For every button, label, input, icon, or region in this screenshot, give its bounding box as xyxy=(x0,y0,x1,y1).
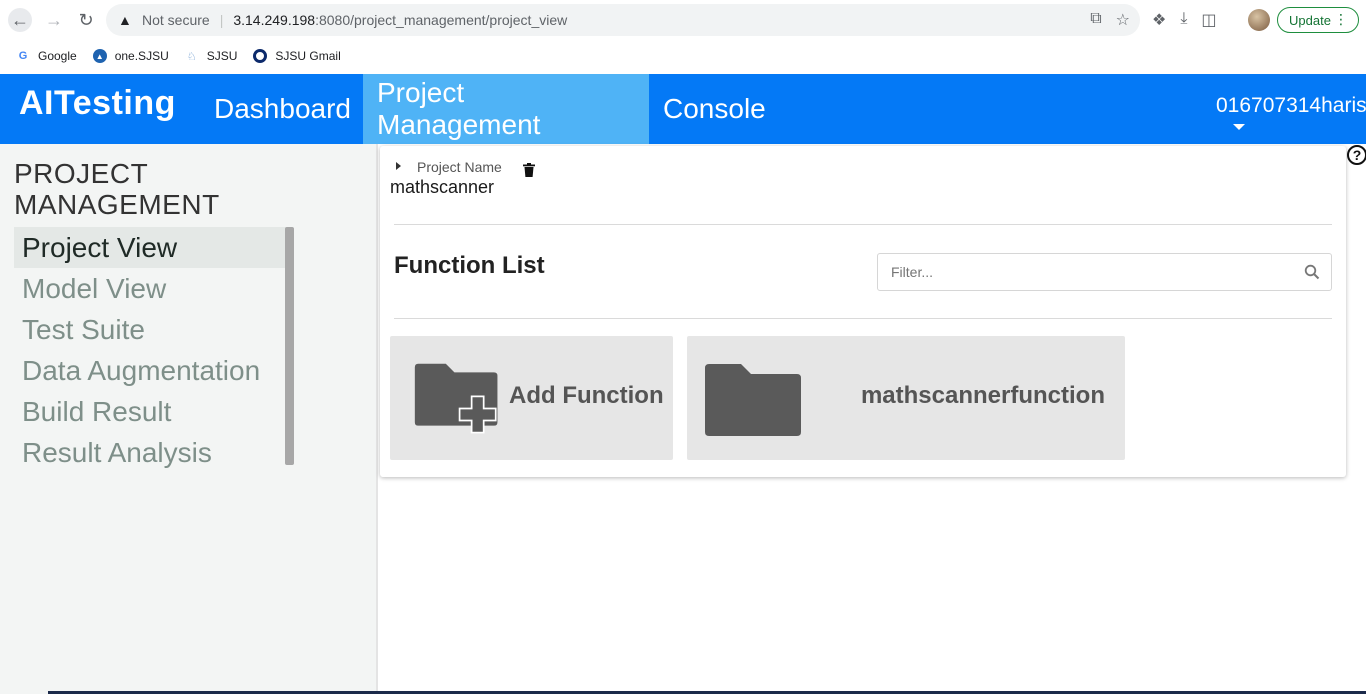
bookmark-sjsu[interactable]: ♘ SJSU xyxy=(185,49,238,63)
url-path: :8080/project_management/project_view xyxy=(315,12,568,28)
address-bar[interactable]: ▲ Not secure | 3.14.249.198 :8080/projec… xyxy=(106,4,1140,36)
divider: | xyxy=(219,12,224,28)
divider xyxy=(394,224,1332,225)
add-function-tile[interactable]: Add Function xyxy=(390,336,673,460)
bookmark-label: SJSU Gmail xyxy=(275,49,341,63)
browser-toolbar: ← → ↻ ▲ Not secure | 3.14.249.198 :8080/… xyxy=(0,0,1366,40)
sidebar: PROJECT MANAGEMENT Project View Model Vi… xyxy=(0,144,376,694)
sidebar-item-test-suite[interactable]: Test Suite xyxy=(14,309,286,350)
sidebar-item-build-result[interactable]: Build Result xyxy=(14,391,286,432)
google-icon: G xyxy=(18,50,28,62)
sjsu-icon: ♘ xyxy=(186,50,197,63)
sidebar-title: PROJECT MANAGEMENT xyxy=(14,158,220,220)
folder-plus-icon xyxy=(414,363,498,434)
sidebar-item-result-analysis[interactable]: Result Analysis xyxy=(14,432,286,473)
main-content: Project Name mathscanner Function List A… xyxy=(376,144,1366,694)
bookmark-label: one.SJSU xyxy=(114,49,169,63)
project-name: mathscanner xyxy=(390,177,495,197)
trash-icon[interactable] xyxy=(523,163,535,177)
help-icon[interactable]: ? xyxy=(1347,145,1366,165)
update-label: Update xyxy=(1289,12,1331,28)
security-label: Not secure xyxy=(142,12,210,28)
sidebar-scrollbar[interactable] xyxy=(285,227,294,465)
sjsu-gmail-icon xyxy=(253,49,268,63)
app-navbar: AITesting Dashboard Project Management C… xyxy=(0,74,1366,144)
function-list-title: Function List xyxy=(394,252,545,279)
project-card: Project Name mathscanner Function List A… xyxy=(380,146,1346,477)
share-icon[interactable]: ⧉ xyxy=(1090,10,1101,30)
caret-down-icon[interactable] xyxy=(1233,124,1245,130)
user-menu[interactable]: 016707314harish xyxy=(1216,94,1366,118)
sidebar-item-model-view[interactable]: Model View xyxy=(14,268,286,309)
project-name-label: Project Name xyxy=(417,159,502,175)
download-icon[interactable]: ⤓ xyxy=(1180,10,1187,30)
sidebar-item-project-view[interactable]: Project View xyxy=(14,227,286,268)
nav-console[interactable]: Console xyxy=(649,74,780,144)
caret-right-icon[interactable] xyxy=(396,162,401,170)
sidebar-item-data-augmentation[interactable]: Data Augmentation xyxy=(14,350,286,391)
bookmark-sjsu-gmail[interactable]: SJSU Gmail xyxy=(253,49,341,63)
one-sjsu-icon: ▲ xyxy=(92,49,107,63)
brand-logo[interactable]: AITesting xyxy=(19,84,176,123)
back-arrow-icon[interactable]: ← xyxy=(8,8,32,32)
kebab-menu-icon[interactable]: ⋮ xyxy=(1334,11,1348,28)
reload-icon[interactable]: ↻ xyxy=(74,8,98,32)
function-name: mathscannerfunction xyxy=(860,382,1105,409)
nav-project-management[interactable]: Project Management xyxy=(363,74,649,144)
add-function-label: Add Function xyxy=(509,382,664,409)
bookmark-one-sjsu[interactable]: ▲ one.SJSU xyxy=(92,49,169,63)
bookmark-google[interactable]: G Google xyxy=(16,49,77,63)
filter-input[interactable] xyxy=(877,253,1332,291)
update-button[interactable]: Update ⋮ xyxy=(1277,7,1359,33)
extensions-puzzle-icon[interactable]: ❖ xyxy=(1152,10,1166,30)
nav-dashboard[interactable]: Dashboard xyxy=(200,74,365,144)
search-icon[interactable] xyxy=(1304,264,1320,280)
bookmark-label: Google xyxy=(38,49,77,63)
warning-icon: ▲ xyxy=(118,12,132,28)
bookmark-star-icon[interactable]: ☆ xyxy=(1116,10,1130,30)
function-tile[interactable]: mathscannerfunction xyxy=(687,336,1125,460)
bookmark-label: SJSU xyxy=(206,49,238,63)
bookmarks-bar: G Google ▲ one.SJSU ♘ SJSU SJSU Gmail xyxy=(0,40,1366,72)
profile-avatar[interactable] xyxy=(1248,9,1270,31)
sidebar-menu: Project View Model View Test Suite Data … xyxy=(14,227,286,473)
side-panel-icon[interactable]: ◫ xyxy=(1201,10,1216,30)
divider xyxy=(394,318,1332,319)
url-host: 3.14.249.198 xyxy=(233,12,316,28)
forward-arrow-icon[interactable]: → xyxy=(42,8,66,32)
folder-icon xyxy=(705,364,801,436)
